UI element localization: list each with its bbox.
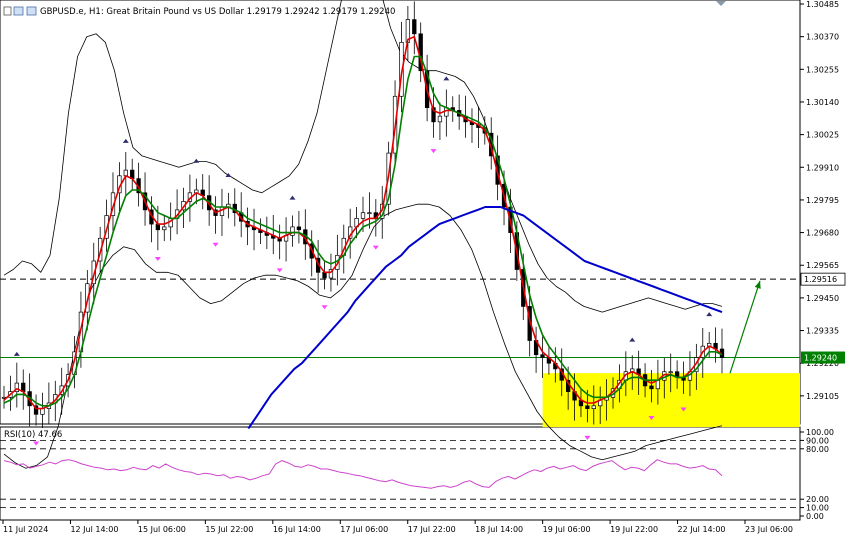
header: GBPUSD.e, H1: Great Britain Pound vs US … (3, 6, 395, 17)
price-axis-label: 1.29680 (806, 229, 839, 238)
candle-body (155, 223, 161, 231)
time-axis-label: 18 Jul 14:00 (475, 525, 523, 534)
candle-body (360, 212, 366, 219)
price-axis-label: 1.29105 (806, 392, 839, 401)
time-axis-label: 17 Jul 06:00 (340, 525, 388, 534)
candle-body (591, 405, 596, 409)
time-axis-label: 16 Jul 14:00 (273, 525, 321, 534)
time-axis-label: 22 Jul 14:00 (678, 525, 726, 534)
candle-body (437, 115, 443, 123)
price-axis-label: 1.30485 (806, 0, 839, 9)
rsi-axis-label: 0.00 (806, 512, 824, 521)
price-axis-label: 1.30255 (806, 65, 839, 74)
candle-body (412, 19, 417, 35)
price-axis-label: 1.30025 (806, 131, 839, 140)
chart-title: GBPUSD.e, H1: Great Britain Pound vs US … (40, 7, 395, 17)
candle-body (649, 385, 654, 390)
candle-body (290, 226, 295, 236)
time-axis-label: 15 Jul 06:00 (138, 525, 186, 534)
window-menu-icon[interactable] (3, 6, 12, 16)
price-axis-label: 1.29335 (806, 327, 839, 336)
candle-body (668, 371, 673, 374)
indicator-list-icon[interactable] (26, 6, 37, 16)
price-axis-label: 1.29565 (806, 261, 839, 270)
rsi-axis-label: 80.00 (806, 445, 829, 454)
candle-body (540, 354, 545, 358)
time-axis-label: 19 Jul 06:00 (543, 525, 591, 534)
time-axis-label: 17 Jul 22:00 (408, 525, 456, 534)
candle-body (367, 212, 372, 215)
chart-root: 1.30485 1.30370 1.30255 1.30140 1.30025 1.299… (0, 0, 853, 538)
candle-body (162, 226, 167, 231)
candle-body (296, 226, 302, 231)
time-axis-label: 12 Jul 14:00 (70, 525, 118, 534)
candle-body (322, 271, 327, 279)
price-axis-label: 1.30140 (806, 98, 839, 107)
candle-body (585, 405, 590, 409)
time-axis-label: 23 Jul 06:00 (745, 525, 793, 534)
candle-body (40, 408, 45, 415)
rsi-title: RSI(10) 47.66 (4, 430, 62, 440)
level-price-tag-label: 1.29516 (804, 275, 837, 284)
price-axis-label: 1.29795 (806, 196, 839, 205)
price-axis-label: 1.29910 (806, 163, 839, 172)
current-price-tag-label: 1.29240 (804, 354, 837, 363)
chart-type-icon[interactable] (13, 6, 24, 16)
price-axis-label: 1.30370 (806, 33, 839, 42)
price-axis-label: 1.29450 (806, 294, 839, 303)
time-axis-label: 11 Jul 2024 (3, 525, 48, 534)
candle-body (123, 169, 128, 177)
time-axis-label: 15 Jul 22:00 (205, 525, 253, 534)
time-axis-label: 19 Jul 22:00 (610, 525, 658, 534)
